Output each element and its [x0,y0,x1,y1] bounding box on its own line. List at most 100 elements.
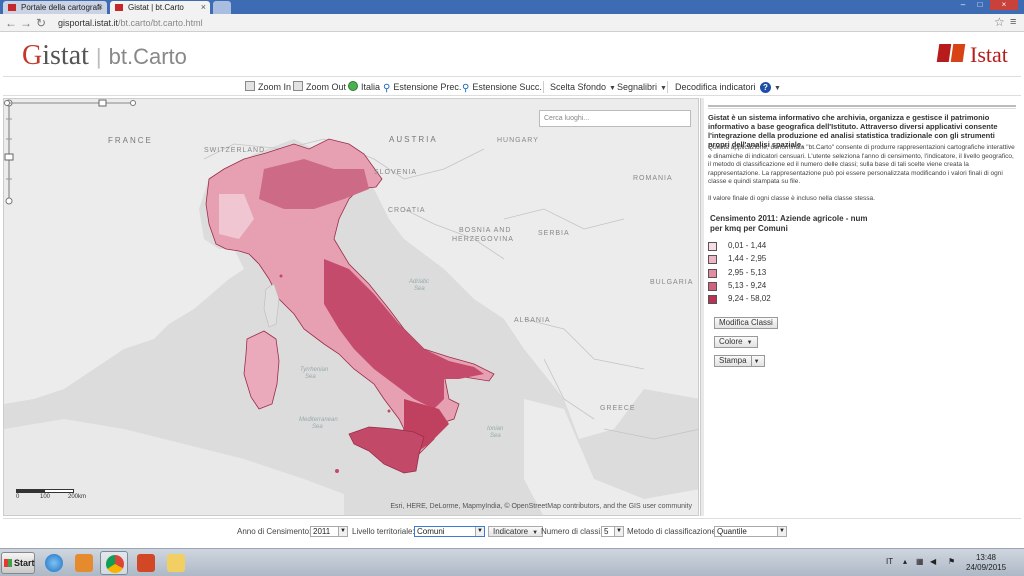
url-path: /bt.carto/bt.carto.html [118,18,203,28]
taskbar-ie[interactable] [40,551,68,575]
reload-icon[interactable]: ↻ [36,16,46,30]
zoom-slider[interactable] [4,99,14,205]
legend-swatch [708,255,717,265]
place-search-input[interactable]: Cerca luoghi... [539,110,691,127]
italia-button[interactable]: Italia [348,80,380,94]
numero-value: 5 [604,527,609,536]
taskbar-powerpoint[interactable] [132,551,160,575]
chevron-down-icon[interactable]: ▼ [754,359,760,365]
stampa-split-button[interactable]: Stampa ▼ [714,355,765,367]
scelta-sfondo-label: Scelta Sfondo [550,82,607,92]
estensione-succ-button[interactable]: ⚲ Estensione Succ. [462,80,542,94]
chevron-down-icon: ▼ [774,85,781,92]
scale-100: 100 [40,494,51,500]
chevron-down-icon: ▼ [475,527,484,536]
close-tab-icon[interactable]: × [98,1,103,14]
legend-item: 5,13 - 9,24 [708,280,828,293]
livello-label: Livello territoriale: [352,527,415,536]
info-panel: Gistat è un sistema informativo che arch… [706,98,1022,516]
livello-select[interactable]: Comuni ▼ [414,526,485,537]
new-tab-button[interactable] [213,1,231,14]
anno-select[interactable]: 2011 ▼ [310,526,348,537]
segnalibri-dropdown[interactable]: Segnalibri ▼ [617,80,667,94]
panel-description: Questa applicazione, denominata "bt.Cart… [708,144,1015,185]
label-mediterranean-sea: Sea [312,424,323,430]
label-greece: GREECE [600,405,636,412]
map-canvas [4,99,698,515]
census-controls: Anno di Censimento: 2011 ▼ Livello territ… [3,518,1021,546]
tab-label: Portale della cartografi [21,3,102,12]
close-tab-icon[interactable]: × [201,1,206,14]
clock-time: 13:48 [975,553,997,562]
divider [543,81,544,93]
globe-icon [348,81,358,91]
numero-select[interactable]: 5 ▼ [601,526,624,537]
scale-bar-graphic [16,489,74,493]
indicatore-button[interactable]: Indicatore ▼ [488,526,544,537]
gistat-logo: Gistat | bt.Carto [22,40,187,72]
help-button[interactable]: ? ▼ [760,80,781,94]
label-herzegovina: HERZEGOVINA [452,236,514,243]
clock-date: 24/09/2015 [966,563,1007,572]
legend-swatch [708,281,717,291]
taskbar-media[interactable] [70,551,98,575]
decodifica-dropdown[interactable]: Decodifica indicatori▼ [675,80,765,94]
istat-brand: Istat [970,42,1008,67]
url-field[interactable]: gisportal.istat.it/bt.carto/bt.carto.htm… [58,16,998,30]
istat-mark-icon [936,44,952,62]
transparency-slider[interactable] [4,99,136,107]
maximize-icon[interactable]: □ [972,0,988,10]
anno-value: 2011 [313,527,331,536]
minimize-icon[interactable]: – [955,0,971,10]
flag-icon[interactable]: ⚑ [948,557,955,566]
metodo-value: Quantile [717,527,747,536]
metodo-select[interactable]: Quantile ▼ [714,526,787,537]
forward-icon[interactable]: → [20,16,32,30]
taskbar-explorer[interactable] [162,551,190,575]
map-view[interactable]: FRANCE SWITZERLAND AUSTRIA SLOVENIA HUNG… [3,98,699,516]
zoom-out-button[interactable]: Zoom Out [293,80,346,94]
stampa-label: Stampa [719,356,747,365]
zoom-in-button[interactable]: Zoom In [245,80,291,94]
divider [667,81,668,93]
start-button[interactable]: Start [1,552,35,574]
browser-menu-icon[interactable]: ≡ [1010,16,1016,28]
scale-0: 0 [16,494,20,500]
colore-dropdown[interactable]: Colore ▼ [714,336,758,348]
istat-mark-icon [950,44,966,62]
zoom-in-label: Zoom In [258,82,292,92]
legend-label: 2,95 - 5,13 [728,267,767,277]
estensione-prec-label: Estensione Prec. [393,82,462,92]
os-taskbar: Start IT ▴ ▦ ◀ ⚑ 13:48 24/09/2015 [0,548,1024,576]
segnalibri-label: Segnalibri [617,82,658,92]
taskbar-chrome[interactable] [100,551,128,575]
legend-label: 0,01 - 1,44 [728,241,767,250]
app-header: Gistat | bt.Carto Istat [0,32,1024,76]
chevron-down-icon: ▼ [338,527,347,536]
modifica-classi-button[interactable]: Modifica Classi [714,317,778,329]
volume-icon[interactable]: ◀ [930,557,936,566]
metodo-label: Metodo di classificazione: [627,527,719,536]
estensione-prec-button[interactable]: ⚲ Estensione Prec. [383,80,461,94]
panel-splitter[interactable] [700,98,704,516]
divider [708,105,1016,107]
label-hungary: HUNGARY [497,137,539,144]
address-bar: ← → ↻ gisportal.istat.it/bt.carto/bt.car… [0,14,1024,32]
network-icon[interactable]: ▦ [916,557,924,566]
tab-portale[interactable]: Portale della cartografi × [3,1,107,14]
legend-item: 2,95 - 5,13 [708,267,828,280]
chevron-down-icon: ▼ [746,340,753,346]
bookmark-star-icon[interactable]: ☆ [994,15,1005,29]
logo-g: G [22,40,43,71]
tray-expand-icon[interactable]: ▴ [903,557,907,566]
clock[interactable]: 13:48 24/09/2015 [966,553,1006,573]
tab-gistat[interactable]: Gistat | bt.Carto × [110,1,210,14]
close-window-icon[interactable]: × [990,0,1018,10]
help-icon: ? [760,82,771,93]
powerpoint-icon [137,554,155,572]
language-indicator[interactable]: IT [886,557,893,566]
back-icon[interactable]: ← [5,16,17,30]
label-ionian-sea: Sea [490,433,501,439]
panel-note: Il valore finale di ogni classe è inclus… [708,195,875,202]
scelta-sfondo-dropdown[interactable]: Scelta Sfondo ▼ [550,80,616,94]
